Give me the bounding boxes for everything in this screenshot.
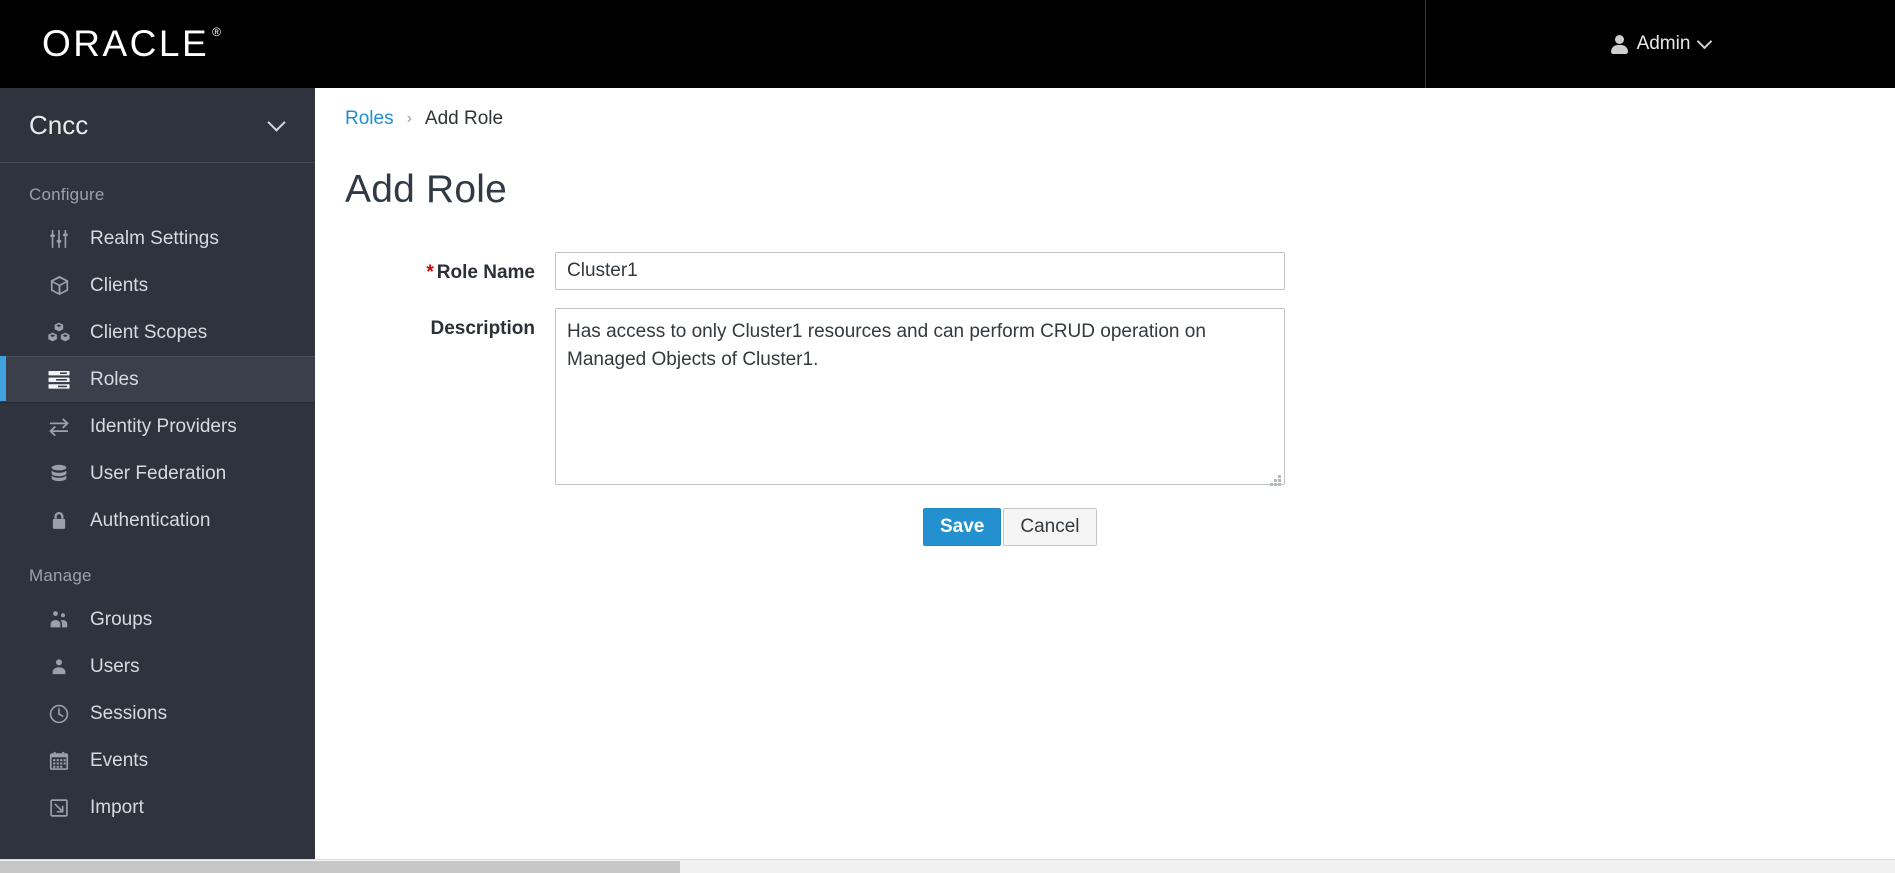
chevron-down-icon [267, 112, 286, 132]
breadcrumb-current: Add Role [424, 108, 504, 129]
sidebar-item-label: Realm Settings [90, 227, 219, 249]
sidebar-item-realm-settings[interactable]: Realm Settings [0, 215, 315, 262]
lock-icon [44, 509, 74, 533]
person-icon [1610, 34, 1628, 54]
sidebar-item-authentication[interactable]: Authentication [0, 497, 315, 544]
sidebar: Cncc Configure Realm Settings Clients Cl… [0, 88, 315, 873]
cancel-button[interactable]: Cancel [1003, 508, 1097, 546]
app-root: ORACLE ® Admin Cncc Configure Realm Sett… [0, 0, 1895, 873]
breadcrumb-separator-icon: › [406, 110, 412, 127]
breadcrumb: Roles › Add Role [315, 88, 1895, 130]
import-arrow-icon [44, 796, 74, 820]
sidebar-item-sessions[interactable]: Sessions [0, 690, 315, 737]
sidebar-navigation: Configure Realm Settings Clients Client … [0, 163, 315, 831]
user-menu-label: Admin [1636, 33, 1691, 54]
form-row-description: Description [315, 308, 1895, 490]
realm-selector[interactable]: Cncc [0, 88, 315, 163]
sidebar-item-import[interactable]: Import [0, 784, 315, 831]
oracle-logo: ORACLE ® [42, 23, 221, 65]
sidebar-item-label: User Federation [90, 462, 227, 484]
calendar-icon [44, 749, 74, 773]
sidebar-item-label: Import [90, 796, 144, 818]
add-role-form: *Role Name Description [315, 252, 1895, 546]
list-rows-icon [44, 368, 74, 392]
sidebar-item-label: Authentication [90, 509, 211, 531]
registered-trademark-symbol: ® [212, 25, 221, 39]
role-name-input[interactable] [555, 252, 1285, 290]
sliders-icon [44, 227, 74, 251]
sidebar-item-label: Client Scopes [90, 321, 208, 343]
database-icon [44, 462, 74, 486]
page-title: Add Role [345, 168, 508, 211]
sidebar-item-client-scopes[interactable]: Client Scopes [0, 309, 315, 356]
sidebar-item-users[interactable]: Users [0, 643, 315, 690]
description-label: Description [430, 318, 535, 339]
horizontal-scrollbar-thumb[interactable] [0, 861, 680, 873]
sidebar-item-label: Events [90, 749, 149, 771]
sidebar-item-clients[interactable]: Clients [0, 262, 315, 309]
chevron-down-icon [1697, 33, 1713, 50]
realm-name-label: Cncc [29, 109, 89, 140]
user-icon [44, 655, 74, 679]
form-row-role-name: * Role Name [315, 252, 1895, 290]
users-group-icon [44, 608, 74, 632]
sidebar-item-label: Users [90, 655, 140, 677]
sidebar-item-roles[interactable]: Roles [0, 356, 315, 403]
sidebar-item-label: Sessions [90, 702, 168, 724]
top-header-bar: ORACLE ® Admin [0, 0, 1895, 88]
sidebar-section-label-manage: Manage [29, 566, 92, 585]
oracle-wordmark: ORACLE [42, 23, 210, 64]
sidebar-item-identity-providers[interactable]: Identity Providers [0, 403, 315, 450]
cubes-icon [44, 321, 74, 345]
description-textarea[interactable] [555, 308, 1285, 485]
sidebar-item-label: Identity Providers [90, 415, 237, 437]
sidebar-section-label-configure: Configure [29, 185, 105, 204]
sidebar-item-label: Roles [90, 368, 139, 390]
sidebar-item-events[interactable]: Events [0, 737, 315, 784]
save-button[interactable]: Save [923, 508, 1002, 546]
exchange-arrows-icon [44, 415, 74, 439]
sidebar-item-label: Clients [90, 274, 149, 296]
breadcrumb-link-roles[interactable]: Roles [345, 108, 394, 130]
sidebar-item-label: Groups [90, 608, 153, 630]
form-actions: Save Cancel [923, 508, 1895, 546]
horizontal-scrollbar[interactable] [0, 859, 1895, 873]
clock-icon [44, 702, 74, 726]
sidebar-item-groups[interactable]: Groups [0, 596, 315, 643]
sidebar-item-user-federation[interactable]: User Federation [0, 450, 315, 497]
cube-icon [44, 274, 74, 298]
user-menu[interactable]: Admin [1425, 0, 1895, 88]
main-content: Roles › Add Role Add Role *Role Name Des… [315, 88, 1895, 873]
description-textarea-wrapper [555, 308, 1285, 490]
required-marker: * [426, 262, 434, 283]
role-name-label-text: Role Name [436, 262, 535, 283]
role-name-label: * Role Name [315, 252, 555, 284]
